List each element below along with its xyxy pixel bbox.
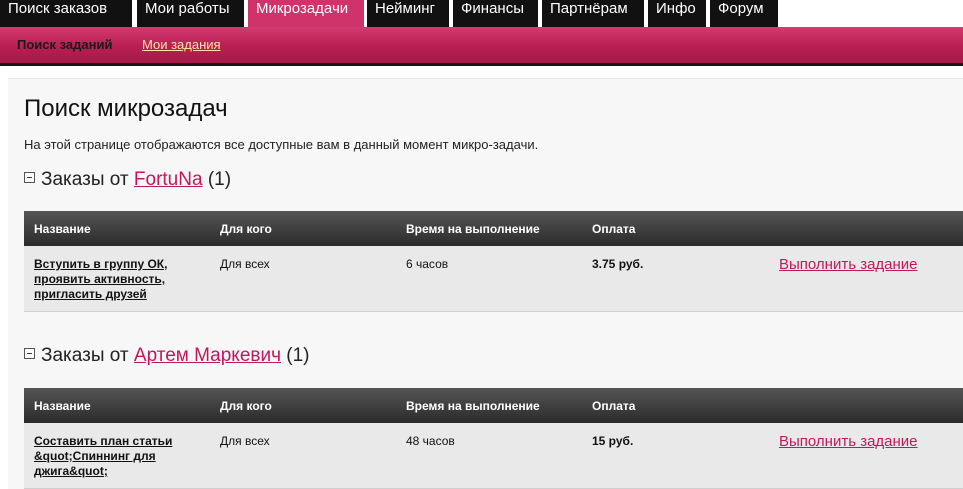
task-payment: 15 руб.: [592, 434, 634, 448]
col-payment: Оплата: [592, 399, 636, 413]
table-row: Составить план статьи &quot;Спиннинг для…: [24, 423, 963, 489]
author-link-artem[interactable]: Артем Маркевич: [134, 345, 281, 366]
task-for-whom: Для всех: [220, 434, 270, 448]
group-prefix: Заказы от: [41, 345, 129, 366]
do-task-link[interactable]: Выполнить задание: [779, 433, 918, 450]
tab-microtasks[interactable]: Микрозадачи: [248, 0, 364, 27]
author-link-fortuna[interactable]: FortuNa: [134, 169, 203, 190]
tab-my-works[interactable]: Мои работы: [137, 0, 244, 27]
task-name-link[interactable]: Составить план статьи &quot;Спиннинг для…: [34, 434, 184, 479]
tab-order-search[interactable]: Поиск заказов: [0, 0, 132, 27]
task-payment: 3.75 руб.: [592, 257, 644, 271]
col-time: Время на выполнение: [406, 222, 540, 236]
tab-finance[interactable]: Финансы: [453, 0, 538, 27]
main-nav: Поиск заказов Мои работы Микрозадачи Ней…: [0, 0, 963, 27]
task-name-link[interactable]: Вступить в группу ОК, проявить активност…: [34, 257, 184, 302]
collapse-icon[interactable]: [24, 172, 35, 184]
task-time: 6 часов: [406, 257, 449, 271]
tab-naming[interactable]: Нейминг: [367, 0, 449, 27]
group-count: (1): [207, 169, 232, 190]
collapse-icon[interactable]: [24, 348, 35, 360]
task-time: 48 часов: [406, 434, 455, 448]
page-title: Поиск микрозадач: [24, 95, 228, 122]
page-description: На этой странице отображаются все доступ…: [24, 137, 539, 152]
sub-nav: Поиск заданий Мои задания: [0, 27, 963, 66]
col-name: Название: [34, 222, 91, 236]
task-for-whom: Для всех: [220, 257, 270, 271]
table-header: Название Для кого Время на выполнение Оп…: [24, 211, 963, 246]
group-count: (1): [286, 345, 310, 366]
group-prefix: Заказы от: [41, 169, 129, 190]
table-row: Вступить в группу ОК, проявить активност…: [24, 246, 963, 312]
col-payment: Оплата: [592, 222, 636, 236]
group-heading-artem: Заказы от Артем Маркевич (1): [24, 345, 310, 367]
tab-partners[interactable]: Партнёрам: [542, 0, 644, 27]
tab-info[interactable]: Инфо: [648, 0, 706, 27]
col-name: Название: [34, 399, 91, 413]
do-task-link[interactable]: Выполнить задание: [779, 256, 918, 273]
table-header: Название Для кого Время на выполнение Оп…: [24, 388, 963, 423]
col-time: Время на выполнение: [406, 399, 540, 413]
tab-forum[interactable]: Форум: [710, 0, 778, 27]
subnav-current-search-tasks: Поиск заданий: [17, 37, 113, 52]
col-for-whom: Для кого: [220, 222, 272, 236]
group-heading-fortuna: Заказы от FortuNa (1): [24, 169, 231, 191]
col-for-whom: Для кого: [220, 399, 272, 413]
subnav-link-my-tasks[interactable]: Мои задания: [142, 37, 221, 52]
